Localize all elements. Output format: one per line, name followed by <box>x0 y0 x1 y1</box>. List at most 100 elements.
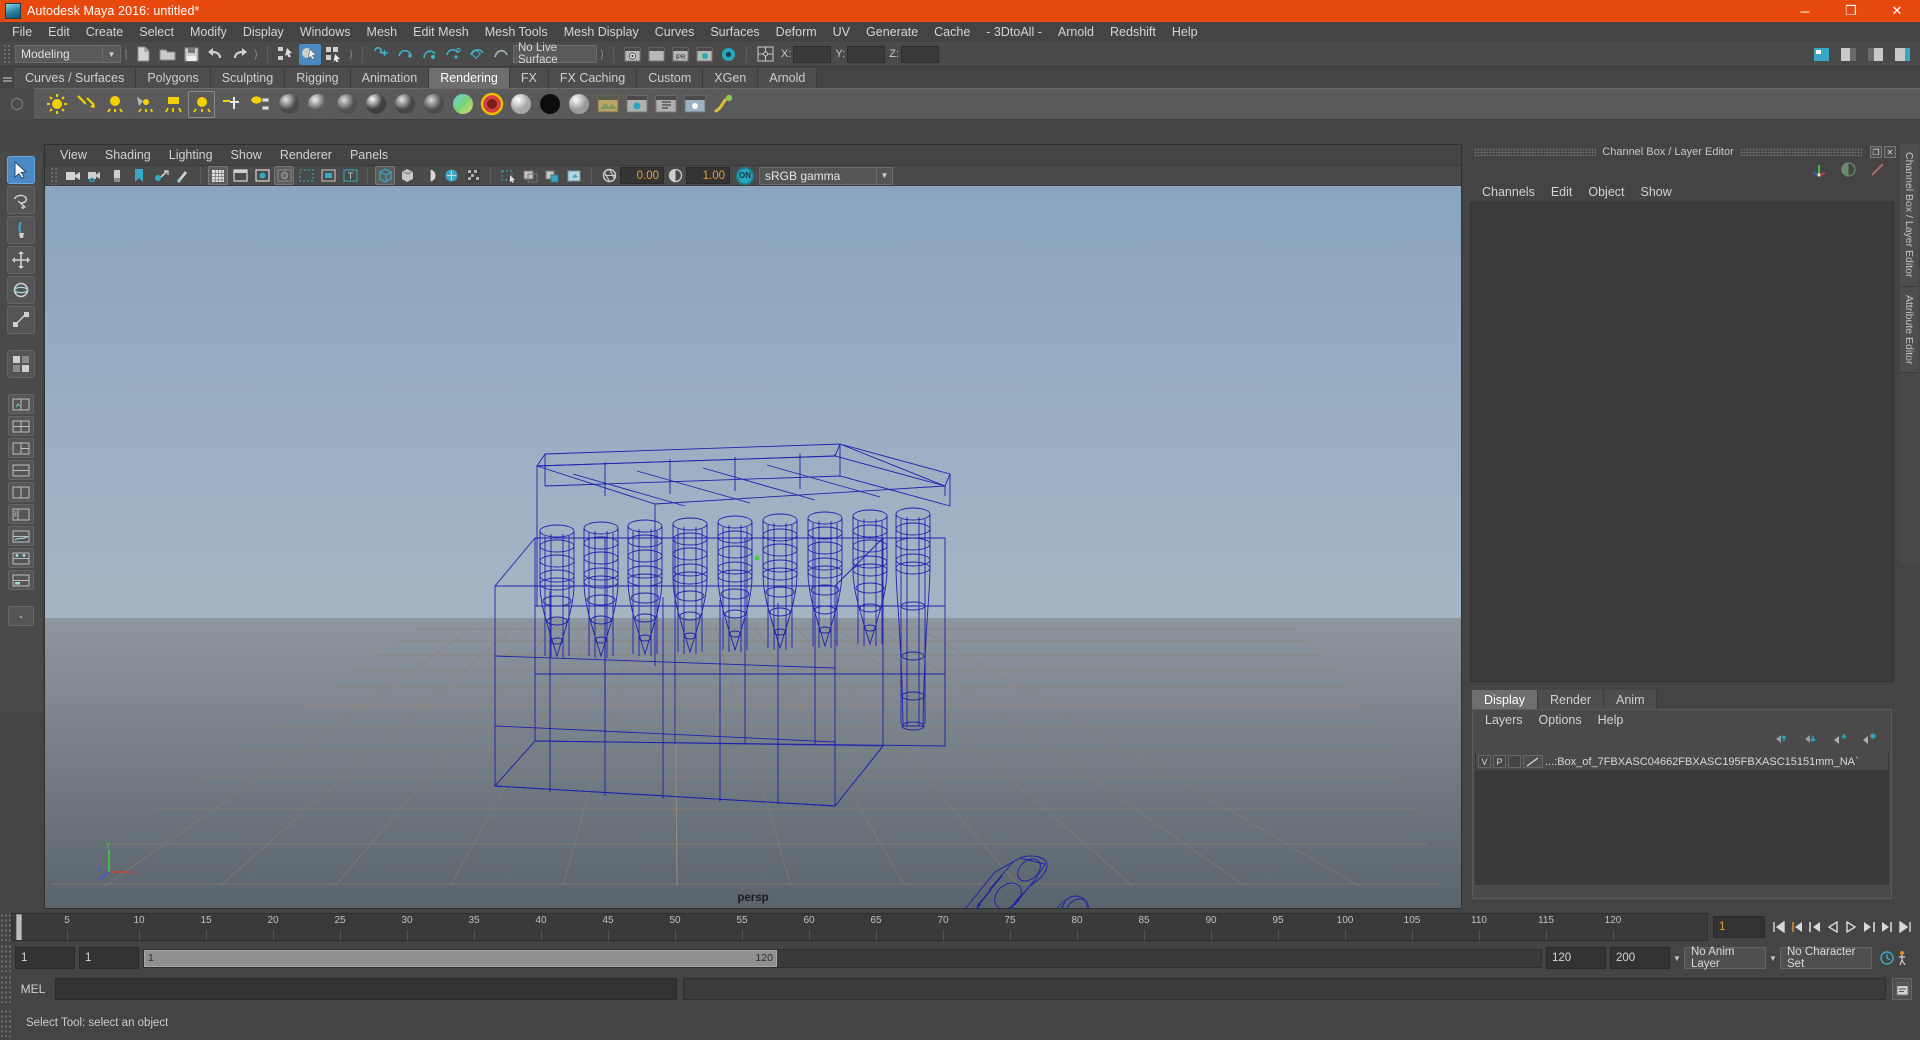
side-tab-attribute-editor[interactable]: Attribute Editor <box>1900 286 1918 373</box>
isolate-select-icon[interactable] <box>498 166 518 185</box>
use-all-lights-icon[interactable] <box>463 166 483 185</box>
new-layer-icon[interactable] <box>1833 732 1848 748</box>
exposure-icon[interactable] <box>599 166 619 185</box>
snap-to-projected-center-icon[interactable] <box>442 44 464 65</box>
right-panel-drag-dots-right[interactable] <box>1739 148 1862 156</box>
toggle-channel-icon[interactable] <box>1840 161 1857 181</box>
shaded-wireframe-icon[interactable] <box>419 166 439 185</box>
coord-y-field[interactable] <box>847 45 886 63</box>
shelf-grip[interactable] <box>0 67 14 88</box>
time-slider-cursor[interactable] <box>16 914 22 940</box>
move-tool[interactable] <box>7 246 35 274</box>
snap-to-point-icon[interactable] <box>418 44 440 65</box>
gamma-icon[interactable] <box>665 166 685 185</box>
channels-edit-menu[interactable]: Edit <box>1543 184 1581 200</box>
show-hide-tool-settings-icon[interactable] <box>1864 44 1886 65</box>
anim-layer-selector[interactable]: No Anim Layer <box>1684 946 1766 970</box>
command-line-grip[interactable] <box>0 975 11 1003</box>
surface-shader-icon[interactable] <box>536 91 563 118</box>
animation-end-time-field[interactable]: 200 <box>1610 947 1670 969</box>
grid-icon[interactable] <box>208 166 228 185</box>
hypershade-persp-layout[interactable] <box>8 548 34 568</box>
two-side-layout[interactable] <box>8 482 34 502</box>
undo-icon[interactable] <box>204 44 226 65</box>
viewport-3d-canvas[interactable]: y x z persp <box>45 186 1461 908</box>
exposure-value-field[interactable]: 0.00 <box>620 167 664 184</box>
redo-icon[interactable] <box>228 44 250 65</box>
menu-arnold[interactable]: Arnold <box>1050 23 1102 41</box>
viewport-menu-shading[interactable]: Shading <box>96 147 160 163</box>
undock-panel-button[interactable]: ❐ <box>1870 146 1882 158</box>
menu-mesh-display[interactable]: Mesh Display <box>556 23 647 41</box>
view-transform-selector[interactable]: sRGB gamma <box>759 166 877 185</box>
layers-options-menu[interactable]: Options <box>1531 712 1590 728</box>
viewport-menu-renderer[interactable]: Renderer <box>271 147 341 163</box>
menu-3dtoall[interactable]: - 3DtoAll - <box>978 23 1050 41</box>
channel-box-content[interactable] <box>1470 202 1894 682</box>
lasso-select-tool[interactable] <box>7 186 35 214</box>
render-current-frame-icon[interactable] <box>621 44 643 65</box>
animation-start-time-field[interactable]: 1 <box>15 947 75 969</box>
smooth-shade-all-icon[interactable] <box>397 166 417 185</box>
minimize-button[interactable]: ─ <box>1782 0 1828 22</box>
menu-surfaces[interactable]: Surfaces <box>702 23 767 41</box>
spot-light-icon[interactable] <box>130 91 157 118</box>
scale-tool[interactable] <box>7 306 35 334</box>
character-set-selector[interactable]: No Character Set <box>1780 946 1872 970</box>
default-material-sphere-icon[interactable] <box>275 91 302 118</box>
blinn-material-icon[interactable] <box>304 91 331 118</box>
select-tool[interactable] <box>7 156 35 184</box>
phong-material-icon[interactable] <box>362 91 389 118</box>
two-dimensional-pan-zoom-icon[interactable] <box>173 166 193 185</box>
layer-playback-toggle[interactable]: P <box>1493 755 1506 768</box>
go-to-end-icon[interactable] <box>1896 915 1914 939</box>
playback-speed-chevron-down-icon[interactable]: ▼ <box>1670 947 1684 969</box>
menu-curves[interactable]: Curves <box>647 23 703 41</box>
layer-color-swatch[interactable] <box>1523 755 1543 768</box>
play-forwards-icon[interactable] <box>1842 915 1860 939</box>
rotate-tool[interactable] <box>7 276 35 304</box>
menu-select[interactable]: Select <box>131 23 182 41</box>
new-scene-icon[interactable] <box>132 44 154 65</box>
move-layer-down-icon[interactable] <box>1804 732 1819 748</box>
current-frame-field[interactable]: 1 <box>1713 916 1765 938</box>
open-scene-icon[interactable] <box>156 44 178 65</box>
close-button[interactable]: ✕ <box>1874 0 1920 22</box>
light-linking-icon[interactable] <box>217 91 244 118</box>
range-slider-grip[interactable] <box>0 944 11 972</box>
tab-display[interactable]: Display <box>1472 690 1538 709</box>
range-end-time-field[interactable]: 120 <box>1546 947 1606 969</box>
close-panel-button[interactable]: ✕ <box>1884 146 1896 158</box>
shelf-tab-rigging[interactable]: Rigging <box>285 68 351 88</box>
render-settings-icon[interactable] <box>693 44 715 65</box>
menu-file[interactable]: File <box>4 23 40 41</box>
make-live-icon[interactable] <box>490 44 512 65</box>
point-light-icon[interactable] <box>101 91 128 118</box>
shelf-tab-xgen[interactable]: XGen <box>703 68 759 88</box>
shelf-tab-fx-caching[interactable]: FX Caching <box>548 68 638 88</box>
side-tab-channel-box-layer-editor[interactable]: Channel Box / Layer Editor <box>1900 144 1918 287</box>
safe-title-icon[interactable]: T <box>340 166 360 185</box>
help-line-grip[interactable] <box>0 1009 11 1037</box>
viewport-menu-panels[interactable]: Panels <box>341 147 397 163</box>
layer-name[interactable]: ...:Box_of_7FBXASC04662FBXASC195FBXASC15… <box>1545 756 1859 768</box>
shelf-options-button[interactable] <box>0 88 34 120</box>
tab-render[interactable]: Render <box>1538 690 1604 709</box>
xray-joints-icon[interactable] <box>542 166 562 185</box>
range-slider-bar[interactable]: 1 120 <box>144 949 777 967</box>
layer-list[interactable]: V P ...:Box_of_7FBXASC04662FBXASC195FBXA… <box>1475 753 1889 885</box>
textured-icon[interactable] <box>441 166 461 185</box>
menu-deform[interactable]: Deform <box>768 23 825 41</box>
layered-shader-icon[interactable] <box>449 91 476 118</box>
three-view-split-layout[interactable] <box>8 438 34 458</box>
layer-row[interactable]: V P ...:Box_of_7FBXASC04662FBXASC195FBXA… <box>1476 753 1888 770</box>
render-settings-shelf-icon[interactable] <box>623 91 650 118</box>
ambient-light-icon[interactable] <box>43 91 70 118</box>
step-back-frame-icon[interactable] <box>1806 915 1824 939</box>
paint-effects-icon[interactable] <box>710 91 737 118</box>
statusline-grip[interactable] <box>3 44 12 64</box>
menu-windows[interactable]: Windows <box>292 23 359 41</box>
coord-z-field[interactable] <box>900 45 939 63</box>
menu-help[interactable]: Help <box>1164 23 1206 41</box>
viewport-toolbar-grip[interactable] <box>50 166 59 185</box>
